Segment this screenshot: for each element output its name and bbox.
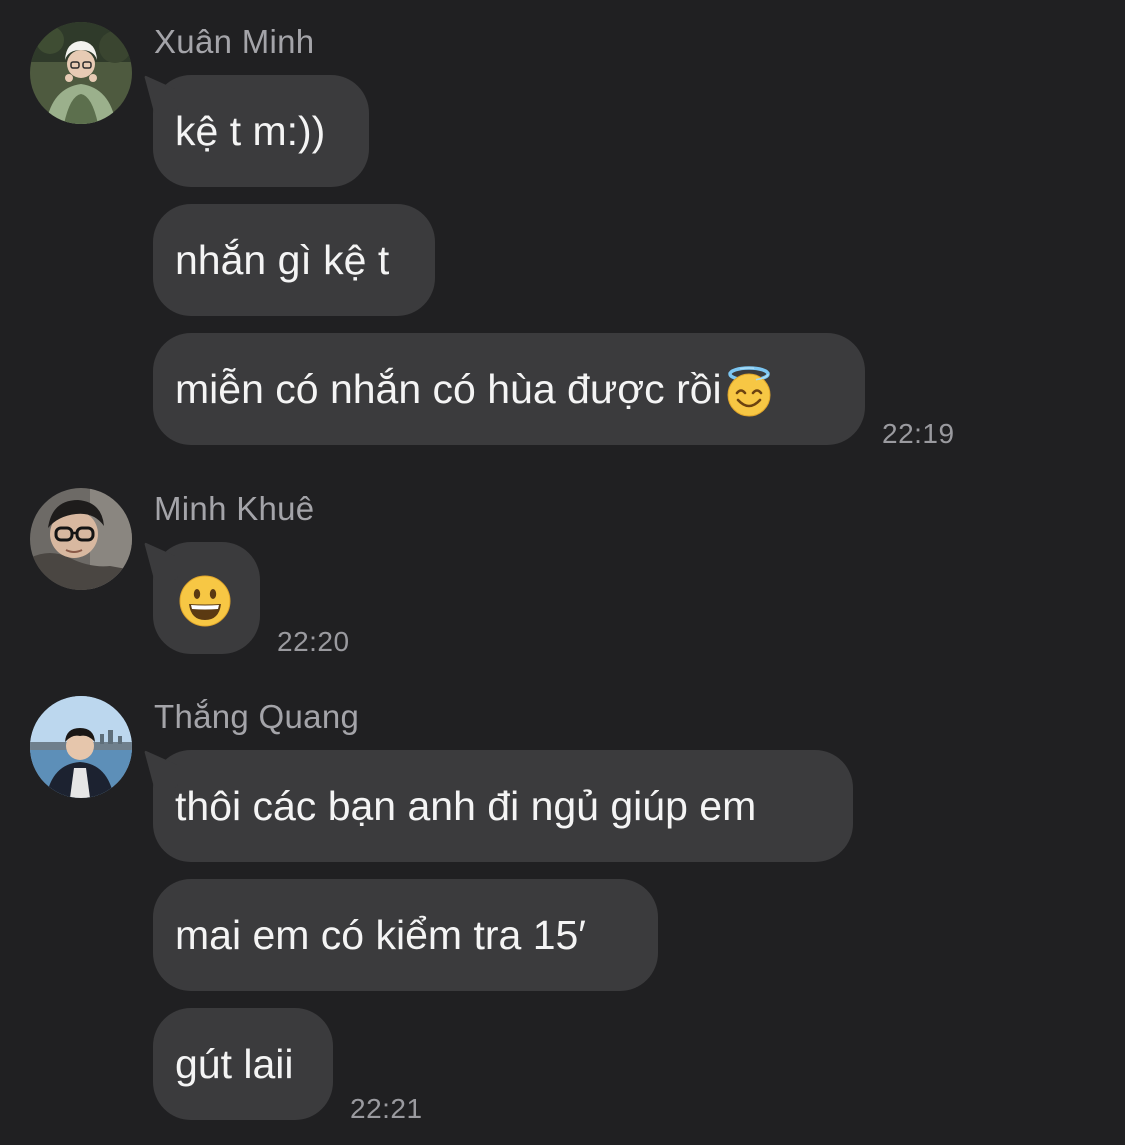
message-time: 22:21 [350, 1093, 423, 1124]
avatar-photo-girl-glasses-icon [30, 22, 132, 124]
message-bubble[interactable]: miễn có nhắn có hùa được rồi [153, 333, 865, 445]
message-bubble[interactable] [153, 542, 260, 654]
sender-name: Minh Khuê [154, 490, 315, 527]
message-text: nhắn gì kệ t [175, 237, 390, 283]
message-bubble[interactable]: mai em có kiểm tra 15′ [153, 879, 658, 991]
message-text: miễn có nhắn có hùa được rồi [175, 366, 722, 412]
message-time: 22:20 [277, 626, 350, 657]
message-bubble[interactable]: thôi các bạn anh đi ngủ giúp em [153, 750, 853, 862]
message-text: mai em có kiểm tra 15′ [175, 912, 586, 958]
sender-name: Xuân Minh [154, 23, 315, 60]
message-bubble[interactable]: nhắn gì kệ t [153, 204, 435, 316]
avatar-photo-boy-glasses-icon [30, 488, 132, 590]
sender-name: Thắng Quang [154, 698, 360, 735]
message-bubble[interactable]: gút laii [153, 1008, 333, 1120]
message-text: thôi các bạn anh đi ngủ giúp em [175, 783, 757, 829]
message-bubble[interactable]: kệ t m:)) [153, 75, 369, 187]
avatar-photo-boy-river-icon [30, 696, 132, 798]
message-time: 22:19 [882, 418, 955, 449]
grinning-face-icon [178, 574, 232, 628]
avatar-thang-quang[interactable] [30, 696, 132, 798]
avatar-xuan-minh[interactable] [30, 22, 132, 124]
smiling-face-with-halo-icon [722, 365, 776, 419]
message-text: gút laii [175, 1041, 294, 1087]
avatar-minh-khue[interactable] [30, 488, 132, 590]
message-text: kệ t m:)) [175, 108, 326, 154]
